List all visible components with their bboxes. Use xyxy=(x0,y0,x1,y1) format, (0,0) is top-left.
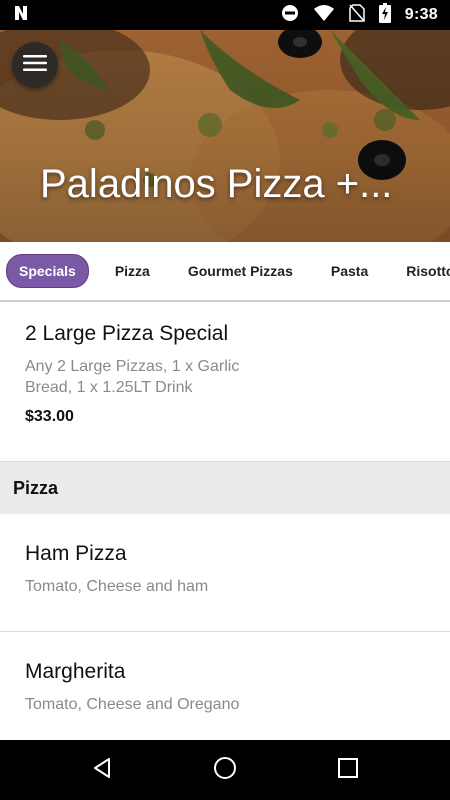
restaurant-title: Paladinos Pizza +... xyxy=(40,162,393,206)
back-button[interactable] xyxy=(82,750,122,790)
do-not-disturb-icon xyxy=(281,4,299,27)
item-description: Tomato, Cheese and ham xyxy=(25,578,209,595)
item-description: Tomato, Cheese and Oregano xyxy=(25,696,240,713)
menu-item-margherita[interactable]: Margherita Tomato, Cheese and Oregano xyxy=(0,632,450,740)
battery-charging-icon xyxy=(378,2,391,28)
item-name: Ham Pizza xyxy=(25,542,127,565)
tab-pasta[interactable]: Pasta xyxy=(319,255,380,287)
tab-gourmet-pizzas[interactable]: Gourmet Pizzas xyxy=(176,255,305,287)
hero-banner: Paladinos Pizza +... xyxy=(0,30,450,242)
item-name: Margherita xyxy=(25,660,126,683)
section-header-pizza: Pizza xyxy=(0,462,450,514)
item-name: 2 Large Pizza Special xyxy=(25,322,229,345)
tab-pizza[interactable]: Pizza xyxy=(103,255,162,287)
home-circle-icon xyxy=(212,755,238,786)
system-navigation-bar xyxy=(0,740,450,800)
recents-square-icon xyxy=(337,757,359,784)
menu-item-2-large-pizza-special[interactable]: 2 Large Pizza Special Any 2 Large Pizzas… xyxy=(0,302,450,462)
home-button[interactable] xyxy=(205,750,245,790)
item-price: $33.00 xyxy=(25,408,74,425)
n-app-icon xyxy=(12,4,30,27)
tab-specials[interactable]: Specials xyxy=(6,254,89,288)
tab-risotto[interactable]: Risotto xyxy=(394,255,450,287)
status-bar: 9:38 xyxy=(0,0,450,30)
menu-list: 2 Large Pizza Special Any 2 Large Pizzas… xyxy=(0,302,450,740)
no-sim-icon xyxy=(349,3,365,27)
menu-button[interactable] xyxy=(12,42,58,88)
hamburger-menu-icon xyxy=(23,54,47,77)
status-time: 9:38 xyxy=(404,6,438,23)
category-tabs: Specials Pizza Gourmet Pizzas Pasta Riso… xyxy=(0,242,450,302)
recents-button[interactable] xyxy=(328,750,368,790)
item-description: Any 2 Large Pizzas, 1 x Garlic Bread, 1 … xyxy=(25,358,240,396)
menu-item-ham-pizza[interactable]: Ham Pizza Tomato, Cheese and ham xyxy=(0,514,450,632)
back-triangle-icon xyxy=(90,756,114,785)
wifi-icon xyxy=(313,4,335,27)
